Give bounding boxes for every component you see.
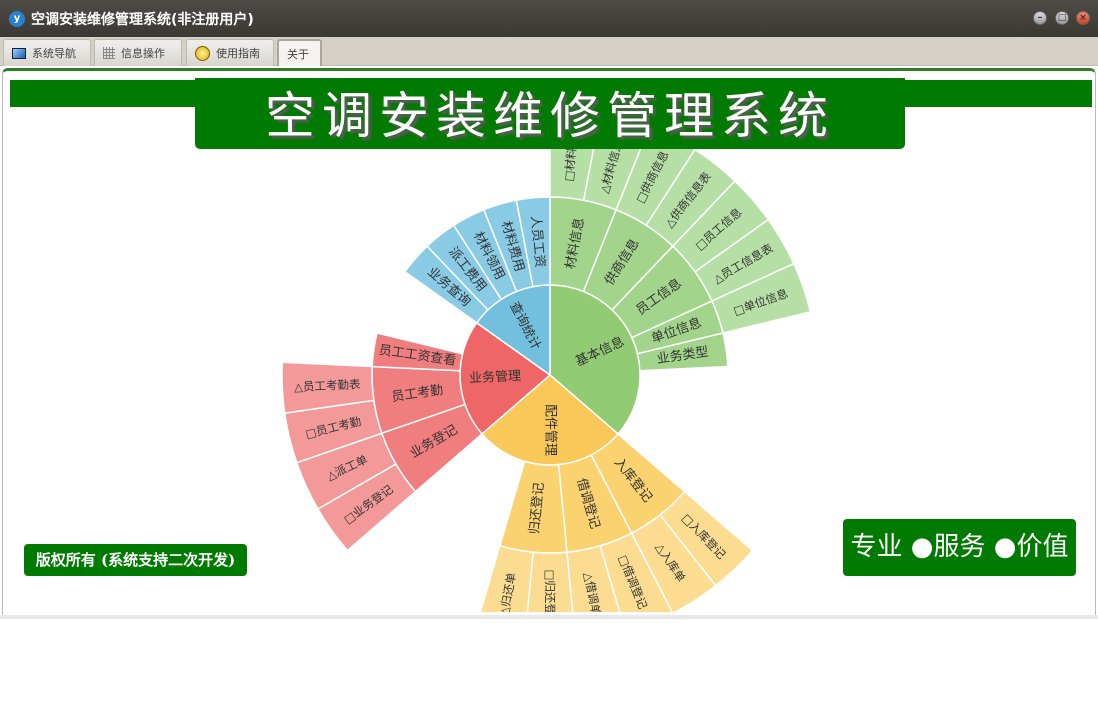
sunburst-label: 配件管理 xyxy=(543,404,558,456)
sunburst-label: 业务管理 xyxy=(469,368,522,386)
copyright-badge: 版权所有 (系统支持二次开发) xyxy=(24,544,247,576)
divider xyxy=(0,615,1098,619)
page-title: 空调安装维修管理系统 xyxy=(195,78,905,149)
slogan-badge: 专业 ●服务 ●价值 xyxy=(843,519,1076,576)
